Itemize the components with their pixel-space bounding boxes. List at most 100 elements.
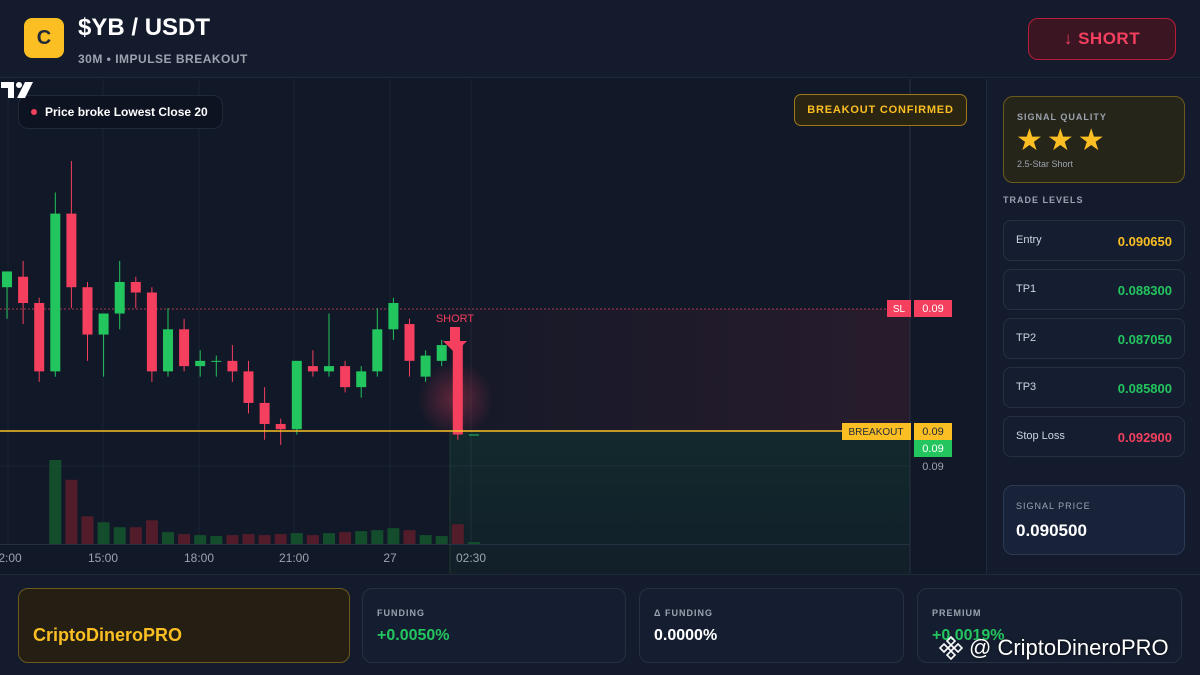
volume-bar [145, 520, 158, 544]
volume-bar [403, 530, 416, 544]
sl-tag-group: SL 0.09 [887, 300, 952, 317]
breakout-confirmed-badge: BREAKOUT CONFIRMED [794, 94, 967, 126]
volume-bar [435, 536, 448, 544]
watermark: @ CriptoDineroPRO [938, 635, 1169, 661]
premium-label: PREMIUM [932, 608, 982, 618]
candle-body [2, 271, 12, 288]
volume-bar [306, 535, 319, 544]
trade-level-name: Stop Loss [1016, 430, 1065, 442]
trade-level-tp1: TP1 0.088300 [1003, 269, 1185, 310]
candle-body [66, 213, 77, 288]
app-logo: C [24, 18, 64, 58]
volume-bar [65, 479, 78, 544]
candle-body [18, 276, 29, 303]
time-label: 27 [383, 551, 397, 565]
volume-bar [129, 527, 142, 544]
trade-level-value: 0.087050 [1117, 332, 1172, 347]
delta-funding-card: Δ FUNDING 0.0000% [639, 588, 904, 663]
candle-body [243, 371, 254, 403]
candle-body [179, 329, 190, 367]
volume-pane-border [0, 544, 910, 545]
candle-body [340, 366, 351, 388]
candle-body [468, 434, 479, 436]
volume-bar [419, 535, 432, 544]
volume-bar [323, 533, 335, 544]
sl-value-text: 0.09 [922, 303, 943, 315]
volume-bar [355, 531, 368, 544]
candle-body [259, 402, 270, 424]
candle-body [307, 366, 318, 372]
pair-subtitle: 30M • IMPULSE BREAKOUT [78, 52, 248, 66]
trade-levels-title: TRADE LEVELS [1003, 195, 1084, 205]
candle-body [436, 345, 447, 361]
volume-bar [178, 534, 191, 544]
candle-body [275, 423, 286, 430]
trade-level-tp2: TP2 0.087050 [1003, 318, 1185, 359]
breakout-tag-group: BREAKOUT 0.09 [842, 423, 952, 440]
volume-bar [387, 528, 400, 544]
time-axis: 2:00 15:00 18:00 21:00 27 02:30 [0, 551, 486, 565]
candle-body [211, 360, 222, 362]
time-label: 21:00 [279, 551, 309, 565]
trade-level-entry: Entry 0.090650 [1003, 220, 1185, 261]
trade-level-value: 0.085800 [1117, 381, 1172, 396]
time-label: 02:30 [456, 551, 486, 565]
trade-level-name: Entry [1016, 234, 1042, 246]
trade-level-value: 0.088300 [1117, 283, 1172, 298]
breakout-value-text: 0.09 [922, 426, 943, 438]
delta-funding-label: Δ FUNDING [654, 608, 713, 618]
volume-bar [258, 535, 271, 544]
candle-body [195, 360, 206, 367]
signal-note-text: Price broke Lowest Close 20 [45, 105, 208, 119]
footer: CriptoDineroPRO FUNDING +0.0050% Δ FUNDI… [0, 574, 1200, 675]
trade-level-name: TP2 [1016, 332, 1037, 344]
candle-body [82, 287, 93, 335]
brand-card: CriptoDineroPRO [18, 588, 350, 663]
header: C $YB / USDT 30M • IMPULSE BREAKOUT ↓ SH… [0, 0, 1200, 78]
trade-level-name: TP1 [1016, 283, 1037, 295]
candle-body [114, 281, 125, 314]
trade-level-value: 0.092900 [1117, 430, 1172, 445]
trade-level-value: 0.090650 [1117, 234, 1172, 249]
pair-title: $YB / USDT [78, 14, 211, 41]
candle-body [356, 371, 367, 388]
signal-price-card: SIGNAL PRICE 0.090500 [1003, 485, 1185, 555]
candle-body [324, 366, 334, 372]
short-button[interactable]: ↓ SHORT [1028, 18, 1176, 60]
candle-body [34, 303, 45, 372]
candle-body [291, 360, 302, 430]
volume-bar [226, 535, 239, 544]
tradingview-logo-icon[interactable] [0, 79, 36, 101]
candle-body [372, 329, 383, 372]
volume-bar [290, 533, 303, 544]
funding-card: FUNDING +0.0050% [362, 588, 626, 663]
watermark-text: @ CriptoDineroPRO [969, 635, 1169, 660]
candle-body [227, 360, 238, 372]
signal-quality-label: SIGNAL QUALITY [1017, 112, 1107, 122]
alert-dot-icon [31, 109, 37, 115]
volume-bar [162, 532, 174, 544]
star-rating-icon: ★★★ [1016, 124, 1109, 157]
candles [2, 161, 479, 445]
short-marker-label: SHORT [436, 313, 475, 325]
breakout-tag-text: BREAKOUT [848, 427, 903, 438]
binance-logo-icon [938, 635, 964, 661]
volume-bar [113, 527, 126, 544]
volume-bar [194, 535, 207, 544]
signal-price-value: 0.090500 [1016, 521, 1087, 540]
current-price-text: 0.09 [922, 443, 943, 455]
chart-canvas: SHORT SL 0.09 BREAKOUT 0.09 0.09 0.09 2:… [0, 79, 952, 574]
signal-panel: SIGNAL QUALITY ★★★ 2.5-Star Short TRADE … [986, 79, 1200, 574]
time-label: 15:00 [88, 551, 118, 565]
volume-bar [451, 524, 464, 544]
volume-bar [81, 516, 94, 544]
signal-note: Price broke Lowest Close 20 [18, 95, 223, 129]
time-label: 2:00 [0, 551, 22, 565]
price-axis-label: 0.09 [922, 461, 943, 473]
price-chart[interactable]: SHORT SL 0.09 BREAKOUT 0.09 0.09 0.09 2:… [0, 79, 986, 574]
trade-level-name: TP3 [1016, 381, 1037, 393]
target-zone [450, 431, 910, 574]
volume-bar [371, 530, 384, 544]
candle-body [420, 355, 431, 377]
stop-loss-zone [450, 309, 910, 431]
